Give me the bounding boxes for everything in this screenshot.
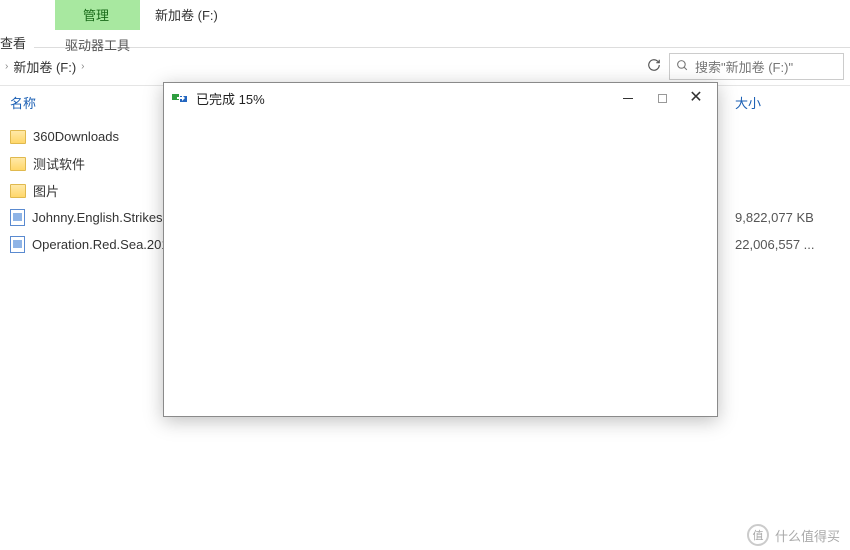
close-button[interactable]: ✕ bbox=[679, 86, 713, 110]
watermark-logo-icon: 值 bbox=[747, 524, 769, 546]
window-titlebar[interactable]: 已完成 15% ✕ bbox=[164, 83, 717, 113]
watermark-text: 什么值得买 bbox=[775, 526, 840, 545]
refresh-button[interactable] bbox=[639, 58, 669, 75]
col-header-size[interactable]: 大小 bbox=[735, 93, 845, 112]
breadcrumb-sep-icon: › bbox=[81, 61, 84, 72]
video-file-icon bbox=[10, 209, 25, 226]
file-name: 测试软件 bbox=[33, 154, 85, 173]
file-name: 360Downloads bbox=[33, 129, 119, 144]
breadcrumb-sep-icon: › bbox=[5, 61, 8, 72]
ribbon-fragment: 管理 驱动器工具 新加卷 (F:) bbox=[0, 0, 850, 50]
ribbon-group-drive-tools[interactable]: 驱动器工具 bbox=[55, 30, 140, 59]
video-file-icon bbox=[10, 236, 25, 253]
file-name: 图片 bbox=[33, 181, 59, 200]
copy-progress-icon bbox=[172, 90, 188, 106]
maximize-button[interactable] bbox=[645, 86, 679, 110]
folder-icon bbox=[10, 184, 26, 198]
watermark: 值 什么值得买 bbox=[747, 524, 840, 546]
close-icon: ✕ bbox=[689, 90, 702, 106]
file-size: 22,006,557 ... bbox=[735, 237, 845, 252]
breadcrumb-item-volume[interactable]: 新加卷 (F:) bbox=[13, 57, 76, 76]
title-volume-label: 新加卷 (F:) bbox=[140, 0, 218, 24]
folder-icon bbox=[10, 157, 26, 171]
folder-icon bbox=[10, 130, 26, 144]
search-placeholder: 搜索"新加卷 (F:)" bbox=[695, 57, 793, 76]
copy-progress-window: 已完成 15% ✕ bbox=[163, 82, 718, 417]
ribbon-tab-view[interactable]: 查看 bbox=[0, 30, 34, 55]
window-title: 已完成 15% bbox=[196, 89, 611, 108]
ribbon-tab-manage[interactable]: 管理 bbox=[55, 0, 140, 30]
breadcrumb[interactable]: › 新加卷 (F:) › bbox=[5, 57, 639, 76]
minimize-button[interactable] bbox=[611, 86, 645, 110]
file-size: 9,822,077 KB bbox=[735, 210, 845, 225]
search-icon bbox=[676, 59, 689, 75]
search-input[interactable]: 搜索"新加卷 (F:)" bbox=[669, 53, 844, 80]
